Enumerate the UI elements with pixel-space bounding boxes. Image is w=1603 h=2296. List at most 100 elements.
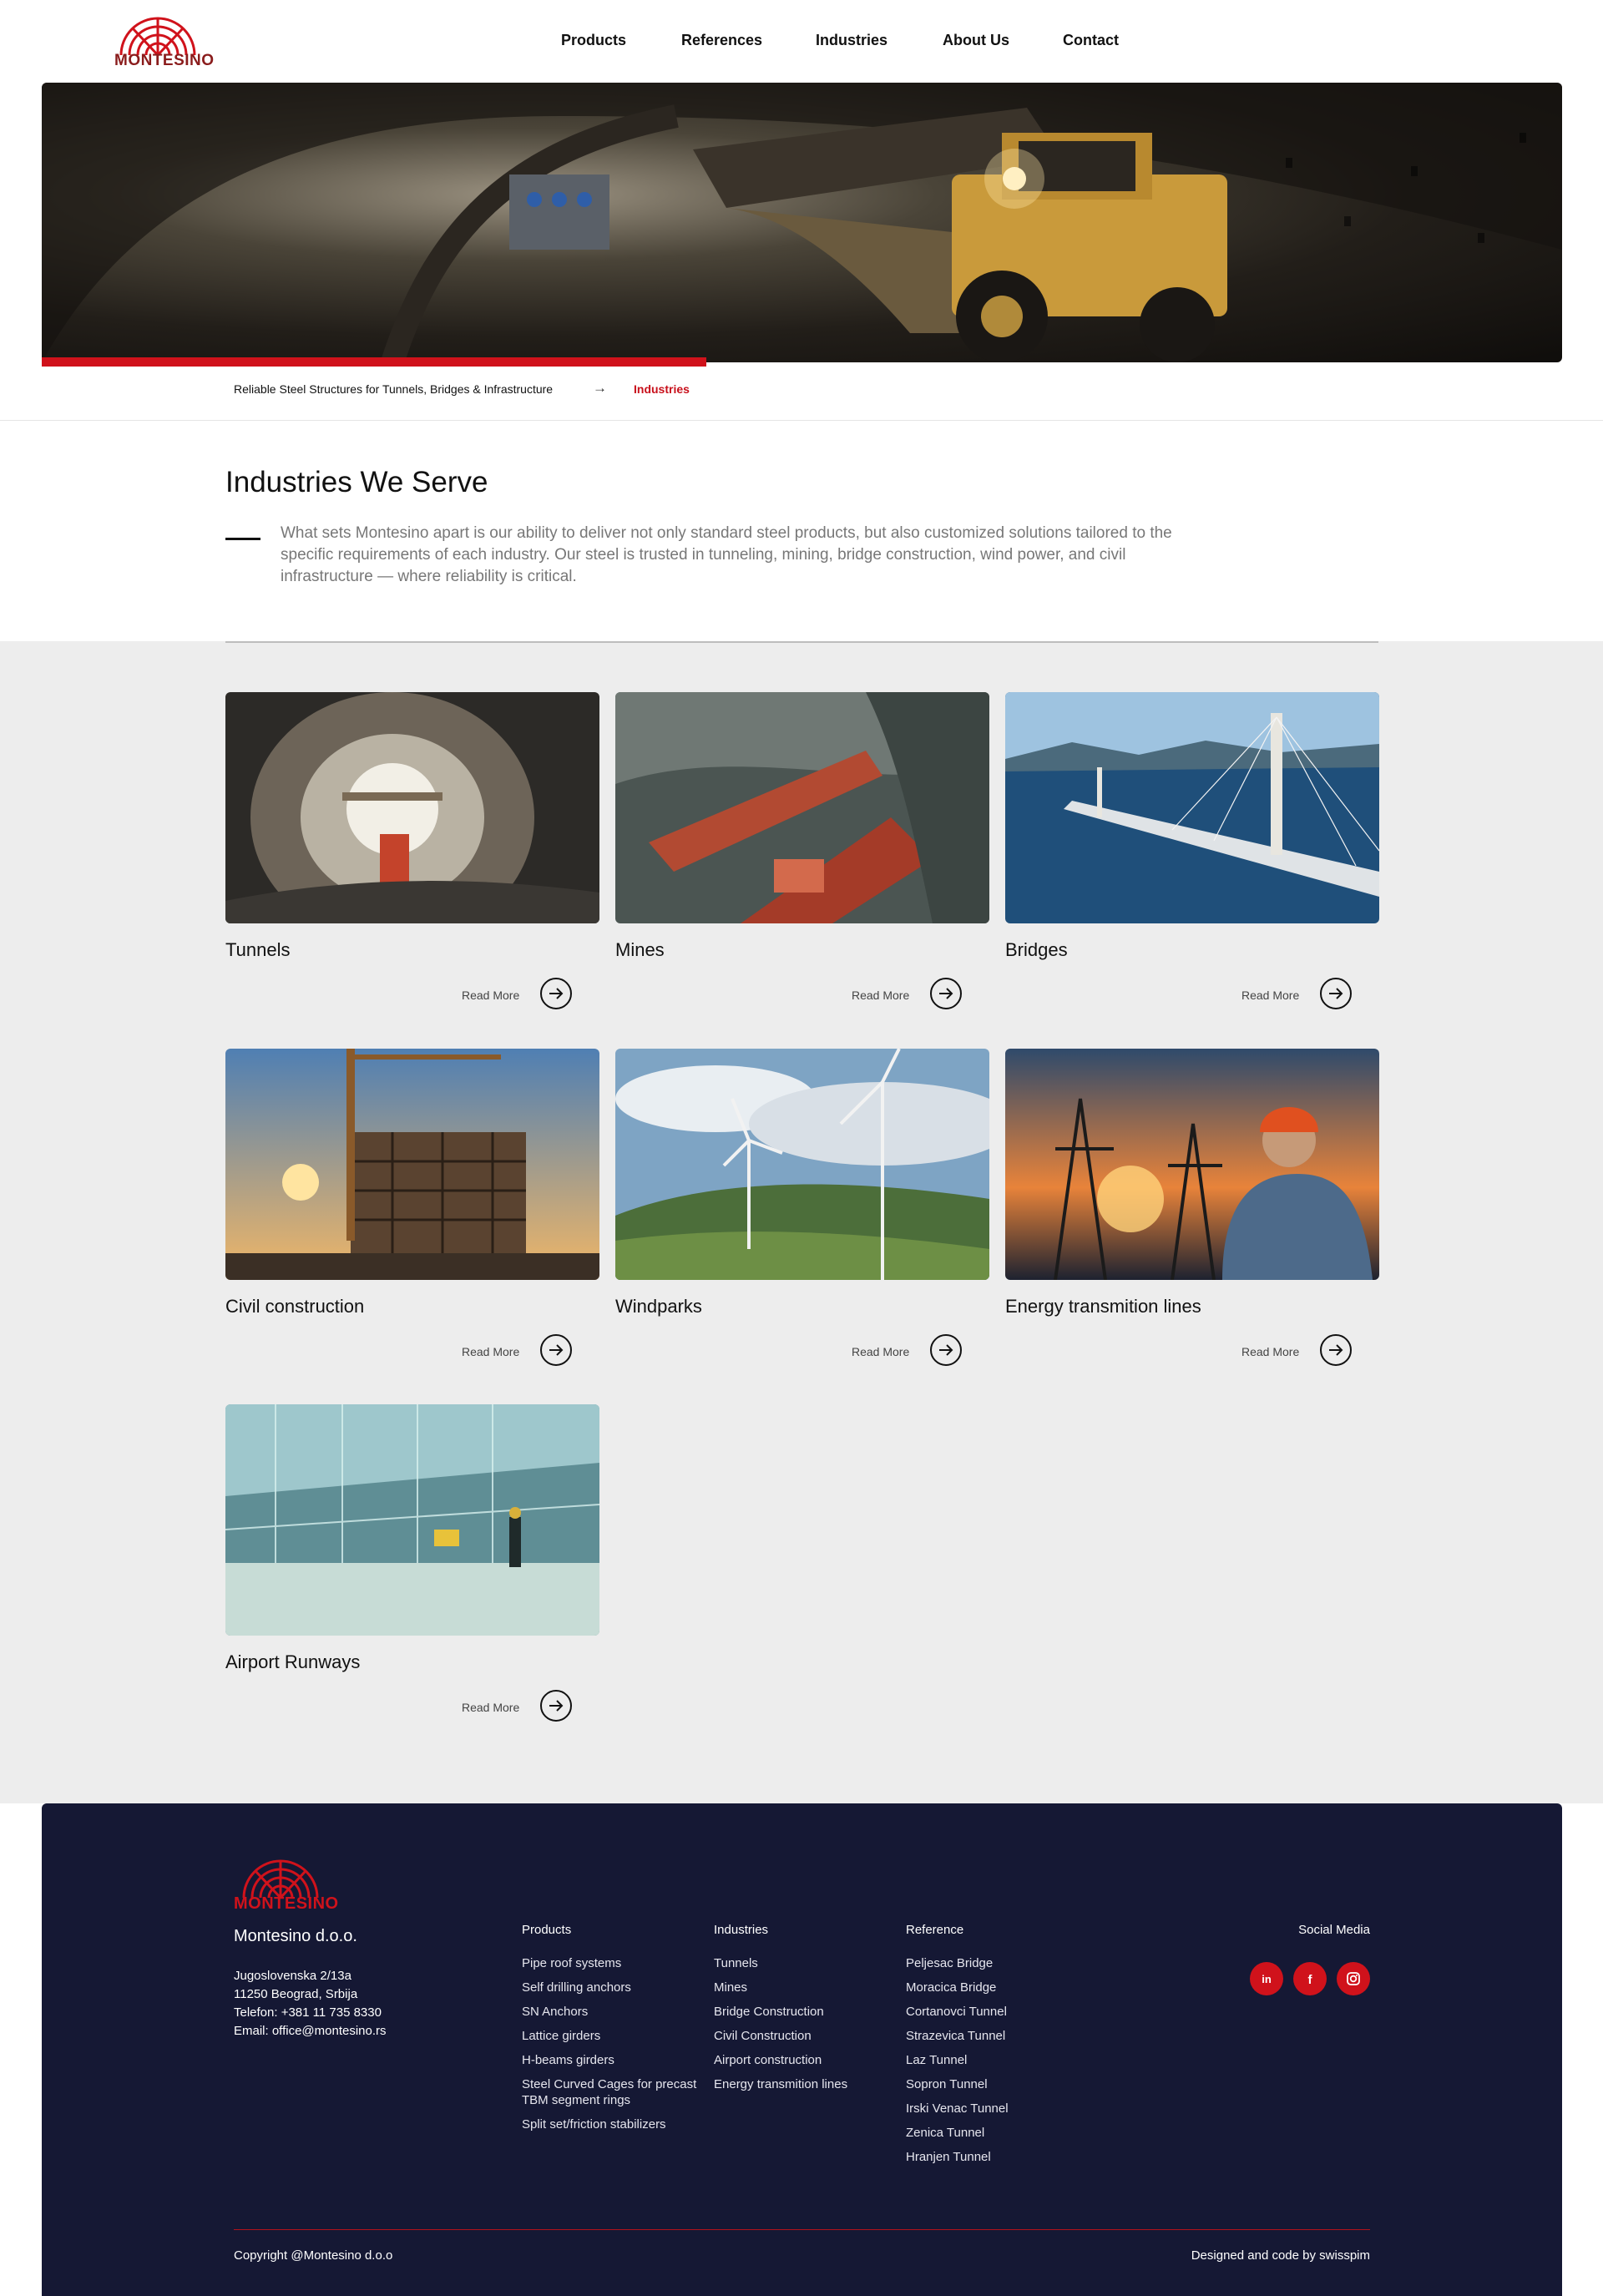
- company-name: Montesino d.o.o.: [234, 1927, 357, 1945]
- read-more-link[interactable]: Read More: [852, 989, 909, 1002]
- page-title: Industries We Serve: [225, 466, 488, 498]
- footer-link[interactable]: Mines: [714, 1980, 889, 1995]
- breadcrumb-current: Industries: [634, 382, 690, 396]
- read-more-link[interactable]: Read More: [1241, 989, 1299, 1002]
- industry-title[interactable]: Energy transmition lines: [1005, 1296, 1201, 1317]
- nav-contact[interactable]: Contact: [1063, 32, 1119, 49]
- read-more-link[interactable]: Read More: [462, 1701, 519, 1714]
- footer-link[interactable]: Energy transmition lines: [714, 2076, 889, 2092]
- company-address: Jugoslovenska 2/13a 11250 Beograd, Srbij…: [234, 1967, 387, 2041]
- footer-link[interactable]: Peljesac Bridge: [906, 1955, 1081, 1971]
- footer-link[interactable]: Self drilling anchors: [522, 1980, 697, 1995]
- industry-card-civil-construction[interactable]: Civil construction Read More: [225, 1049, 599, 1383]
- facebook-icon[interactable]: f: [1293, 1962, 1327, 1995]
- footer-link[interactable]: Civil Construction: [714, 2028, 889, 2044]
- industry-card-mines[interactable]: Mines Read More: [615, 692, 989, 1026]
- footer-column-title: Products: [522, 1923, 572, 1937]
- footer-link[interactable]: Lattice girders: [522, 2028, 697, 2044]
- read-more-link[interactable]: Read More: [462, 989, 519, 1002]
- footer-link[interactable]: Pipe roof systems: [522, 1955, 697, 1971]
- wind-turbines-photo[interactable]: [615, 1049, 989, 1280]
- industry-card-windparks[interactable]: Windparks Read More: [615, 1049, 989, 1383]
- footer-link[interactable]: Sopron Tunnel: [906, 2076, 1081, 2092]
- footer-link[interactable]: Split set/friction stabilizers: [522, 2116, 697, 2132]
- industry-title[interactable]: Windparks: [615, 1296, 702, 1317]
- footer-column-title: Industries: [714, 1923, 769, 1937]
- arrow-right-icon[interactable]: [1320, 1334, 1352, 1366]
- read-more-link[interactable]: Read More: [852, 1345, 909, 1358]
- industry-card-energy-transmition-lines[interactable]: Energy transmition lines Read More: [1005, 1049, 1379, 1383]
- industry-card-tunnels[interactable]: Tunnels Read More: [225, 692, 599, 1026]
- industry-title[interactable]: Civil construction: [225, 1296, 364, 1317]
- footer-link[interactable]: Strazevica Tunnel: [906, 2028, 1081, 2044]
- hero-banner: [42, 83, 1562, 362]
- footer-link[interactable]: Hranjen Tunnel: [906, 2149, 1081, 2165]
- industry-card-airport-runways[interactable]: Airport Runways Read More: [225, 1404, 599, 1738]
- arrow-right-icon[interactable]: [540, 1690, 572, 1722]
- nav-industries[interactable]: Industries: [816, 32, 887, 49]
- arrow-right-icon[interactable]: [930, 1334, 962, 1366]
- footer-link[interactable]: H-beams girders: [522, 2052, 697, 2068]
- address-email[interactable]: Email: office@montesino.rs: [234, 2022, 387, 2041]
- tunnel-photo[interactable]: [225, 692, 599, 923]
- footer-link[interactable]: Moracica Bridge: [906, 1980, 1081, 1995]
- hero-slider-progress: [42, 357, 1562, 367]
- footer-logo[interactable]: MONTESINO: [234, 1858, 339, 1914]
- construction-site-photo[interactable]: [225, 1049, 599, 1280]
- industry-title[interactable]: Tunnels: [225, 939, 290, 961]
- designer-credit[interactable]: Designed and code by swisspim: [960, 2248, 1370, 2263]
- svg-text:f: f: [1308, 1973, 1313, 1986]
- footer-reference-column: Reference Peljesac Bridge Moracica Bridg…: [906, 1923, 1081, 2173]
- divider: [0, 420, 1603, 421]
- footer-link[interactable]: Irski Venac Tunnel: [906, 2101, 1081, 2116]
- nav-about-us[interactable]: About Us: [943, 32, 1009, 49]
- footer-link[interactable]: Cortanovci Tunnel: [906, 2004, 1081, 2020]
- read-more-link[interactable]: Read More: [1241, 1345, 1299, 1358]
- arrow-right-icon: →: [593, 380, 607, 396]
- bridge-photo[interactable]: [1005, 692, 1379, 923]
- footer-link[interactable]: Zenica Tunnel: [906, 2125, 1081, 2141]
- industry-title[interactable]: Airport Runways: [225, 1651, 360, 1673]
- power-lines-photo[interactable]: [1005, 1049, 1379, 1280]
- breadcrumb-home[interactable]: Reliable Steel Structures for Tunnels, B…: [234, 382, 553, 396]
- arrow-right-icon[interactable]: [1320, 978, 1352, 1009]
- footer-products-column: Products Pipe roof systems Self drilling…: [522, 1923, 697, 2141]
- footer-link[interactable]: Airport construction: [714, 2052, 889, 2068]
- linkedin-icon[interactable]: in: [1250, 1962, 1283, 1995]
- footer-link[interactable]: Bridge Construction: [714, 2004, 889, 2020]
- arrow-right-icon[interactable]: [540, 978, 572, 1009]
- address-street: Jugoslovenska 2/13a: [234, 1969, 351, 1983]
- footer-link[interactable]: SN Anchors: [522, 2004, 697, 2020]
- address-phone[interactable]: Telefon: +381 11 735 8330: [234, 2004, 387, 2022]
- arrow-right-icon[interactable]: [930, 978, 962, 1009]
- svg-text:in: in: [1262, 1973, 1272, 1985]
- industries-grid: Tunnels Read More Mines Read More Bridge…: [0, 641, 1603, 1803]
- industry-card-bridges[interactable]: Bridges Read More: [1005, 692, 1379, 1026]
- footer-column-title: Reference: [906, 1923, 964, 1937]
- main-nav: Products References Industries About Us …: [0, 32, 1603, 52]
- address-city: 11250 Beograd, Srbija: [234, 1987, 358, 2001]
- instagram-icon[interactable]: [1337, 1962, 1370, 1995]
- social-media-title: Social Media: [1298, 1923, 1370, 1937]
- section-divider: [225, 641, 1378, 643]
- footer-link[interactable]: Laz Tunnel: [906, 2052, 1081, 2068]
- footer-link[interactable]: Tunnels: [714, 1955, 889, 1971]
- site-footer: MONTESINO Montesino d.o.o. Jugoslovenska…: [42, 1803, 1562, 2296]
- nav-references[interactable]: References: [681, 32, 762, 49]
- airport-terminal-photo[interactable]: [225, 1404, 599, 1636]
- logo-wordmark: MONTESINO: [114, 52, 215, 69]
- mine-drill-photo[interactable]: [615, 692, 989, 923]
- arrow-right-icon[interactable]: [540, 1334, 572, 1366]
- nav-products[interactable]: Products: [561, 32, 626, 49]
- intro-text: What sets Montesino apart is our ability…: [281, 524, 1172, 585]
- hero-progress-fill: [42, 357, 706, 367]
- read-more-link[interactable]: Read More: [462, 1345, 519, 1358]
- footer-link[interactable]: Steel Curved Cages for precast TBM segme…: [522, 2076, 697, 2108]
- hero-loader-photo: [42, 83, 1562, 362]
- industry-title[interactable]: Mines: [615, 939, 665, 961]
- industry-title[interactable]: Bridges: [1005, 939, 1068, 961]
- site-header: MONTESINO Products References Industries…: [0, 0, 1603, 82]
- footer-industries-column: Industries Tunnels Mines Bridge Construc…: [714, 1923, 889, 2101]
- footer-divider: [234, 2229, 1370, 2230]
- footer-logo-wordmark: MONTESINO: [234, 1894, 339, 1913]
